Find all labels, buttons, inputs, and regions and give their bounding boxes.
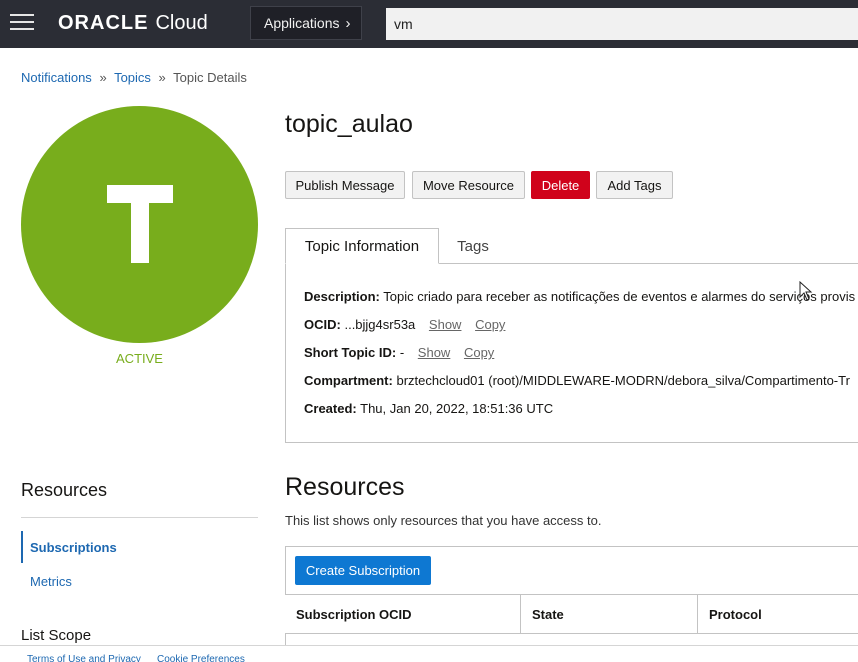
compartment-label: Compartment: (304, 373, 393, 388)
mouse-pointer-icon (799, 281, 813, 301)
resources-heading: Resources (285, 473, 405, 501)
resources-note: This list shows only resources that you … (285, 513, 602, 528)
short-topic-id-row: Short Topic ID: - Show Copy (304, 345, 494, 360)
sidebar-item-metrics[interactable]: Metrics (21, 565, 258, 597)
page-footer: Terms of Use and Privacy Cookie Preferen… (0, 645, 858, 662)
sidebar-divider (21, 517, 258, 518)
ocid-copy-link[interactable]: Copy (475, 317, 505, 332)
breadcrumb-separator: » (99, 70, 107, 85)
brand-cloud-text: Cloud (155, 12, 208, 34)
status-label: ACTIVE (116, 351, 163, 366)
breadcrumb-separator: » (158, 70, 166, 85)
topic-avatar (21, 106, 258, 343)
brand-oracle-text: ORACLE (58, 12, 149, 34)
ocid-show-link[interactable]: Show (429, 317, 462, 332)
breadcrumb-notifications-link[interactable]: Notifications (21, 70, 92, 85)
table-header-row: Subscription OCID State Protocol (285, 594, 858, 634)
ocid-value: ...bjjg4sr53a (344, 317, 416, 332)
short-topic-id-label: Short Topic ID: (304, 345, 397, 360)
description-value: Topic criado para receber as notificaçõe… (383, 289, 856, 304)
description-label: Description: (304, 289, 380, 304)
applications-label: Applications (264, 15, 340, 31)
short-id-copy-link[interactable]: Copy (464, 345, 494, 360)
publish-message-button[interactable]: Publish Message (285, 171, 405, 199)
breadcrumb-current: Topic Details (173, 70, 247, 85)
list-scope-heading: List Scope (21, 627, 92, 644)
menu-icon[interactable] (10, 13, 34, 31)
terms-link[interactable]: Terms of Use and Privacy (27, 654, 141, 662)
avatar-letter-t-stem (131, 185, 149, 263)
column-header-subscription-ocid[interactable]: Subscription OCID (285, 595, 521, 633)
short-topic-id-value: - (399, 345, 405, 360)
tab-tags[interactable]: Tags (440, 228, 506, 264)
breadcrumb-topics-link[interactable]: Topics (114, 70, 151, 85)
column-header-protocol[interactable]: Protocol (698, 595, 858, 633)
created-value: Thu, Jan 20, 2022, 18:51:36 UTC (360, 401, 554, 416)
chevron-right-icon: › (345, 14, 351, 32)
description-row: Description: Topic criado para receber a… (304, 289, 855, 304)
created-row: Created: Thu, Jan 20, 2022, 18:51:36 UTC (304, 401, 553, 416)
column-header-state[interactable]: State (521, 595, 698, 633)
delete-button[interactable]: Delete (531, 171, 590, 199)
breadcrumb: Notifications » Topics » Topic Details (21, 70, 247, 85)
create-subscription-button[interactable]: Create Subscription (295, 556, 431, 585)
add-tags-button[interactable]: Add Tags (596, 171, 673, 199)
short-id-show-link[interactable]: Show (418, 345, 451, 360)
oracle-cloud-logo[interactable]: ORACLE Cloud (58, 12, 208, 36)
created-label: Created: (304, 401, 357, 416)
move-resource-button[interactable]: Move Resource (412, 171, 525, 199)
compartment-value: brztechcloud01 (root)/MIDDLEWARE-MODRN/d… (396, 373, 850, 388)
ocid-label: OCID: (304, 317, 341, 332)
tab-topic-information[interactable]: Topic Information (285, 228, 439, 264)
top-navigation-bar: ORACLE Cloud Applications › (0, 0, 858, 48)
search-input[interactable] (386, 8, 858, 40)
applications-button[interactable]: Applications › (250, 6, 362, 40)
page-title: topic_aulao (285, 110, 413, 138)
ocid-row: OCID: ...bjjg4sr53a Show Copy (304, 317, 505, 332)
sidebar-resources-heading: Resources (21, 480, 108, 500)
cookie-preferences-link[interactable]: Cookie Preferences (157, 654, 245, 662)
compartment-row: Compartment: brztechcloud01 (root)/MIDDL… (304, 373, 850, 388)
sidebar-item-subscriptions[interactable]: Subscriptions (21, 531, 258, 563)
